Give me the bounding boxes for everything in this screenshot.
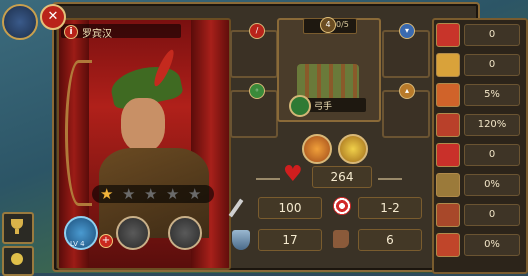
- player-crown-badge[interactable]: [2, 4, 38, 40]
- range-value: 1-2: [358, 197, 422, 219]
- health-value: 264: [312, 166, 372, 188]
- stat-row: 0%: [436, 172, 520, 198]
- troop-skill-arrow-icon[interactable]: [302, 134, 332, 164]
- shop-gem-button[interactable]: [2, 246, 34, 276]
- stat-value: 5%: [464, 84, 520, 106]
- troop-name-bar: [302, 98, 366, 112]
- hero-skill-level: LV 4: [70, 240, 85, 248]
- defense-value: 17: [258, 229, 322, 251]
- left-ornament: [256, 178, 280, 180]
- add-skill-button[interactable]: +: [99, 234, 113, 248]
- star-icon: ★: [188, 185, 202, 203]
- move-value: 6: [358, 229, 422, 251]
- hero-bow: [65, 60, 92, 206]
- hero-skill-2-locked[interactable]: [116, 216, 150, 250]
- crit-icon: [436, 23, 460, 47]
- attack-value: 100: [258, 197, 322, 219]
- weapon-slot-icon: /: [249, 23, 265, 39]
- boots-slot-icon: ▴: [399, 83, 415, 99]
- stat-row: 0: [436, 22, 520, 48]
- troop-type-icon: [289, 95, 311, 117]
- stat-value: 0%: [464, 234, 520, 256]
- hero-star-rating: ★ ★ ★ ★ ★: [92, 185, 214, 203]
- star-icon: ★: [144, 185, 158, 203]
- star-icon: ★: [100, 185, 114, 203]
- ring-slot-icon: ◦: [249, 83, 265, 99]
- troop-level-badge: 4: [320, 17, 336, 33]
- hero-name-bar: [61, 24, 181, 38]
- stat-value: 0%: [464, 174, 520, 196]
- armor-slot-icon: ▾: [399, 23, 415, 39]
- target-icon: [333, 197, 351, 215]
- star-icon: ★: [122, 185, 136, 203]
- boot-icon: [436, 203, 460, 227]
- gem-icon: [11, 253, 23, 265]
- stat-value: 0: [464, 144, 520, 166]
- right-ornament: [378, 178, 402, 180]
- troop-skill-heal-icon[interactable]: [338, 134, 368, 164]
- trophy-icon: [11, 219, 23, 229]
- hero-name: 罗宾汉: [82, 29, 112, 40]
- troop-count: 0/5: [336, 20, 349, 29]
- stat-row: 0: [436, 142, 520, 168]
- power-icon: [436, 113, 460, 137]
- hero-info-button[interactable]: i: [64, 25, 78, 39]
- stat-row: 120%: [436, 112, 520, 138]
- boot-icon: [333, 230, 349, 248]
- stat-value: 120%: [464, 114, 520, 136]
- speed-icon: [436, 53, 460, 77]
- stat-value: 0: [464, 24, 520, 46]
- stat-row: 0%: [436, 232, 520, 258]
- stat-value: 0: [464, 204, 520, 226]
- heart-icon: ♥: [283, 162, 303, 187]
- hero-face: [121, 98, 165, 152]
- stat-row: 0: [436, 202, 520, 228]
- fire-icon: [436, 83, 460, 107]
- close-button[interactable]: ✕: [40, 4, 66, 30]
- star-icon: ★: [166, 185, 180, 203]
- troop-name: 弓手: [314, 102, 333, 112]
- dodge-icon: [436, 173, 460, 197]
- stat-row: 5%: [436, 82, 520, 108]
- hero-skill-3-locked[interactable]: [168, 216, 202, 250]
- trophy-button[interactable]: [2, 212, 34, 244]
- flame-icon: [436, 233, 460, 257]
- heal-icon: [436, 143, 460, 167]
- stat-row: 0: [436, 52, 520, 78]
- shield-icon: [232, 230, 250, 250]
- stat-value: 0: [464, 54, 520, 76]
